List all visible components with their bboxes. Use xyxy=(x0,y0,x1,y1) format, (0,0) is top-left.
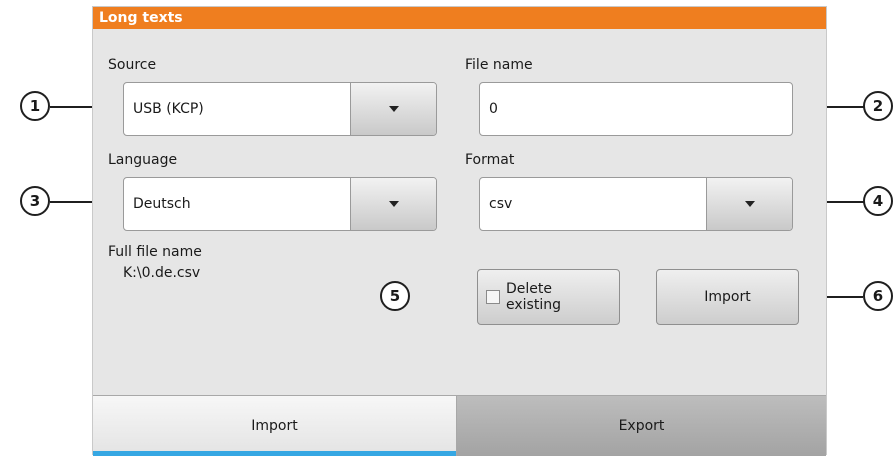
long-texts-dialog: Long texts Source USB (KCP) File name 0 … xyxy=(92,6,827,456)
source-dropdown-button[interactable] xyxy=(350,83,436,135)
source-value: USB (KCP) xyxy=(133,101,204,117)
full-file-name-value: K:\0.de.csv xyxy=(123,265,201,281)
chevron-down-icon xyxy=(744,201,755,207)
tab-export[interactable]: Export xyxy=(457,395,826,456)
file-name-input[interactable]: 0 xyxy=(479,82,793,136)
chevron-down-icon xyxy=(388,201,399,207)
active-tab-indicator xyxy=(93,451,456,456)
language-dropdown[interactable]: Deutsch xyxy=(123,177,437,231)
import-button[interactable]: Import xyxy=(656,269,799,325)
checkbox-box[interactable] xyxy=(486,290,500,304)
tab-import[interactable]: Import xyxy=(93,395,457,456)
source-label: Source xyxy=(108,57,157,73)
tab-import-label: Import xyxy=(251,418,298,434)
delete-existing-label: Delete existing xyxy=(506,281,561,313)
format-value: csv xyxy=(489,196,513,212)
delete-existing-line1: Delete xyxy=(506,281,552,297)
format-dropdown[interactable]: csv xyxy=(479,177,793,231)
dialog-title: Long texts xyxy=(93,7,826,29)
format-dropdown-button[interactable] xyxy=(706,178,792,230)
language-value: Deutsch xyxy=(133,196,191,212)
chevron-down-icon xyxy=(388,106,399,112)
delete-existing-checkbox[interactable]: Delete existing xyxy=(477,269,620,325)
callout-6: 6 xyxy=(863,281,893,311)
callout-2: 2 xyxy=(863,91,893,121)
callout-3: 3 xyxy=(20,186,50,216)
language-dropdown-button[interactable] xyxy=(350,178,436,230)
source-dropdown[interactable]: USB (KCP) xyxy=(123,82,437,136)
full-file-name-label: Full file name xyxy=(108,244,202,260)
callout-5: 5 xyxy=(380,281,410,311)
delete-existing-line2: existing xyxy=(506,297,561,313)
callout-1: 1 xyxy=(20,91,50,121)
tab-export-label: Export xyxy=(618,418,665,434)
format-label: Format xyxy=(465,152,515,168)
file-name-value: 0 xyxy=(489,101,498,117)
language-label: Language xyxy=(108,152,178,168)
callout-4: 4 xyxy=(863,186,893,216)
file-name-label: File name xyxy=(465,57,533,73)
